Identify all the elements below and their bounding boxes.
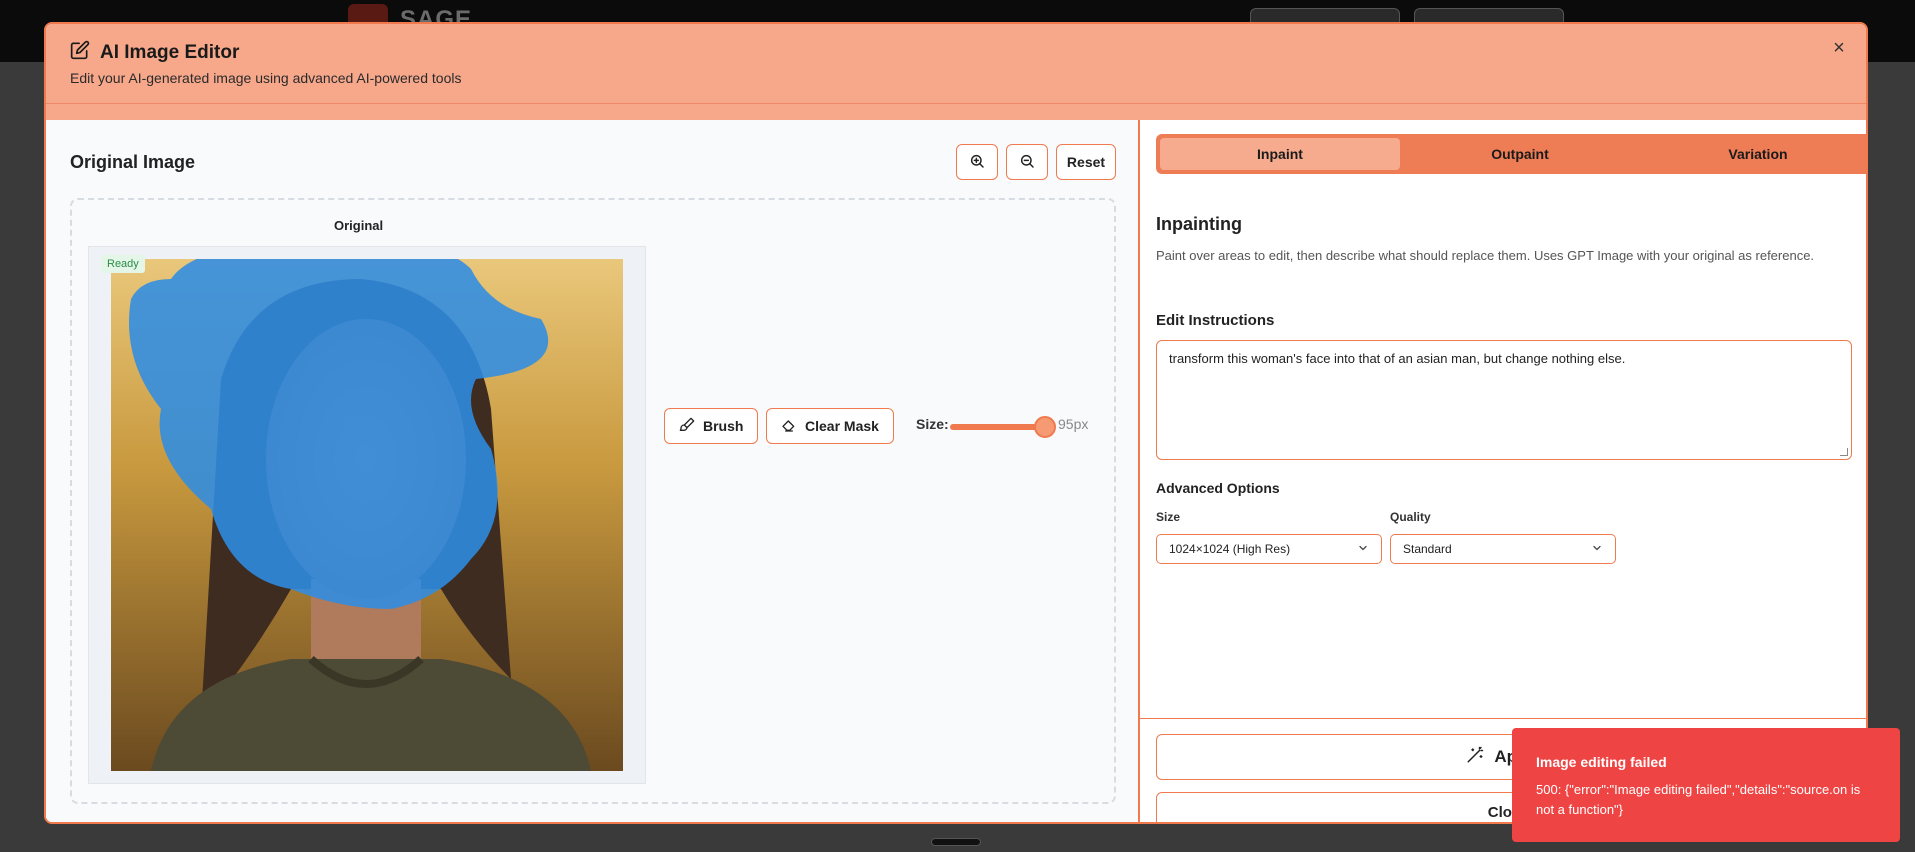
toast-title: Image editing failed — [1536, 754, 1667, 770]
chevron-down-icon — [1357, 542, 1369, 557]
tab-outpaint[interactable]: Outpaint — [1400, 138, 1640, 170]
footer-divider — [1140, 718, 1866, 719]
modal-header: AI Image Editor Edit your AI-generated i… — [46, 24, 1866, 104]
section-description: Paint over areas to edit, then describe … — [1156, 248, 1815, 263]
zoom-in-button[interactable] — [956, 144, 998, 180]
zoom-in-icon — [969, 153, 985, 172]
image-editor-modal: AI Image Editor Edit your AI-generated i… — [44, 22, 1868, 824]
brush-icon — [679, 417, 695, 436]
modal-title-text: AI Image Editor — [100, 42, 240, 63]
resize-grip-icon[interactable] — [1840, 448, 1848, 456]
quality-select[interactable]: Standard — [1390, 534, 1616, 564]
size-select-value: 1024×1024 (High Res) — [1169, 542, 1291, 556]
image-pane: Original Image Reset Original Ready Brus… — [46, 120, 1140, 822]
brush-label: Brush — [703, 418, 744, 434]
magic-wand-icon — [1466, 746, 1484, 769]
tab-variation[interactable]: Variation — [1640, 138, 1866, 170]
bottom-handle — [931, 838, 981, 846]
edit-icon — [70, 40, 90, 66]
modal-title: AI Image Editor — [70, 40, 239, 66]
pane-title: Original Image — [70, 152, 196, 172]
toast-message: 500: {"error":"Image editing failed","de… — [1536, 782, 1861, 817]
brush-size-slider-thumb[interactable] — [1034, 416, 1056, 438]
close-icon[interactable]: × — [1828, 38, 1850, 60]
advanced-options-label: Advanced Options — [1156, 480, 1280, 496]
brush-size-value: 95px — [1058, 416, 1089, 432]
reset-button[interactable]: Reset — [1056, 144, 1116, 180]
brush-size-label: Size: — [916, 416, 949, 432]
edit-instructions-text: transform this woman's face into that of… — [1169, 351, 1626, 366]
zoom-out-icon — [1019, 153, 1035, 172]
options-pane: Inpaint Outpaint Variation Inpainting Pa… — [1140, 120, 1866, 822]
status-badge: Ready — [101, 255, 145, 273]
photo-canvas[interactable] — [111, 259, 623, 771]
canvas-label: Original — [334, 218, 384, 233]
quality-field-label: Quality — [1390, 510, 1431, 524]
zoom-out-button[interactable] — [1006, 144, 1048, 180]
eraser-icon — [781, 417, 797, 436]
tab-inpaint[interactable]: Inpaint — [1160, 138, 1400, 170]
header-strip — [46, 104, 1866, 120]
clear-mask-button[interactable]: Clear Mask — [766, 408, 894, 444]
chevron-down-icon — [1591, 542, 1603, 557]
clear-mask-label: Clear Mask — [805, 418, 879, 434]
error-toast[interactable]: Image editing failed 500: {"error":"Imag… — [1512, 728, 1900, 842]
brush-size-slider[interactable] — [950, 424, 1042, 430]
modal-subtitle: Edit your AI-generated image using advan… — [70, 70, 462, 86]
brush-button[interactable]: Brush — [664, 408, 759, 444]
section-title: Inpainting — [1156, 214, 1242, 234]
mode-tabs: Inpaint Outpaint Variation — [1156, 134, 1866, 174]
canvas-area: Original Ready — [70, 198, 1116, 804]
instructions-label: Edit Instructions — [1156, 312, 1275, 329]
quality-select-value: Standard — [1403, 542, 1452, 556]
image-frame: Ready — [88, 246, 646, 784]
size-field-label: Size — [1156, 510, 1181, 524]
size-select[interactable]: 1024×1024 (High Res) — [1156, 534, 1382, 564]
edit-instructions-input[interactable]: transform this woman's face into that of… — [1156, 340, 1852, 460]
